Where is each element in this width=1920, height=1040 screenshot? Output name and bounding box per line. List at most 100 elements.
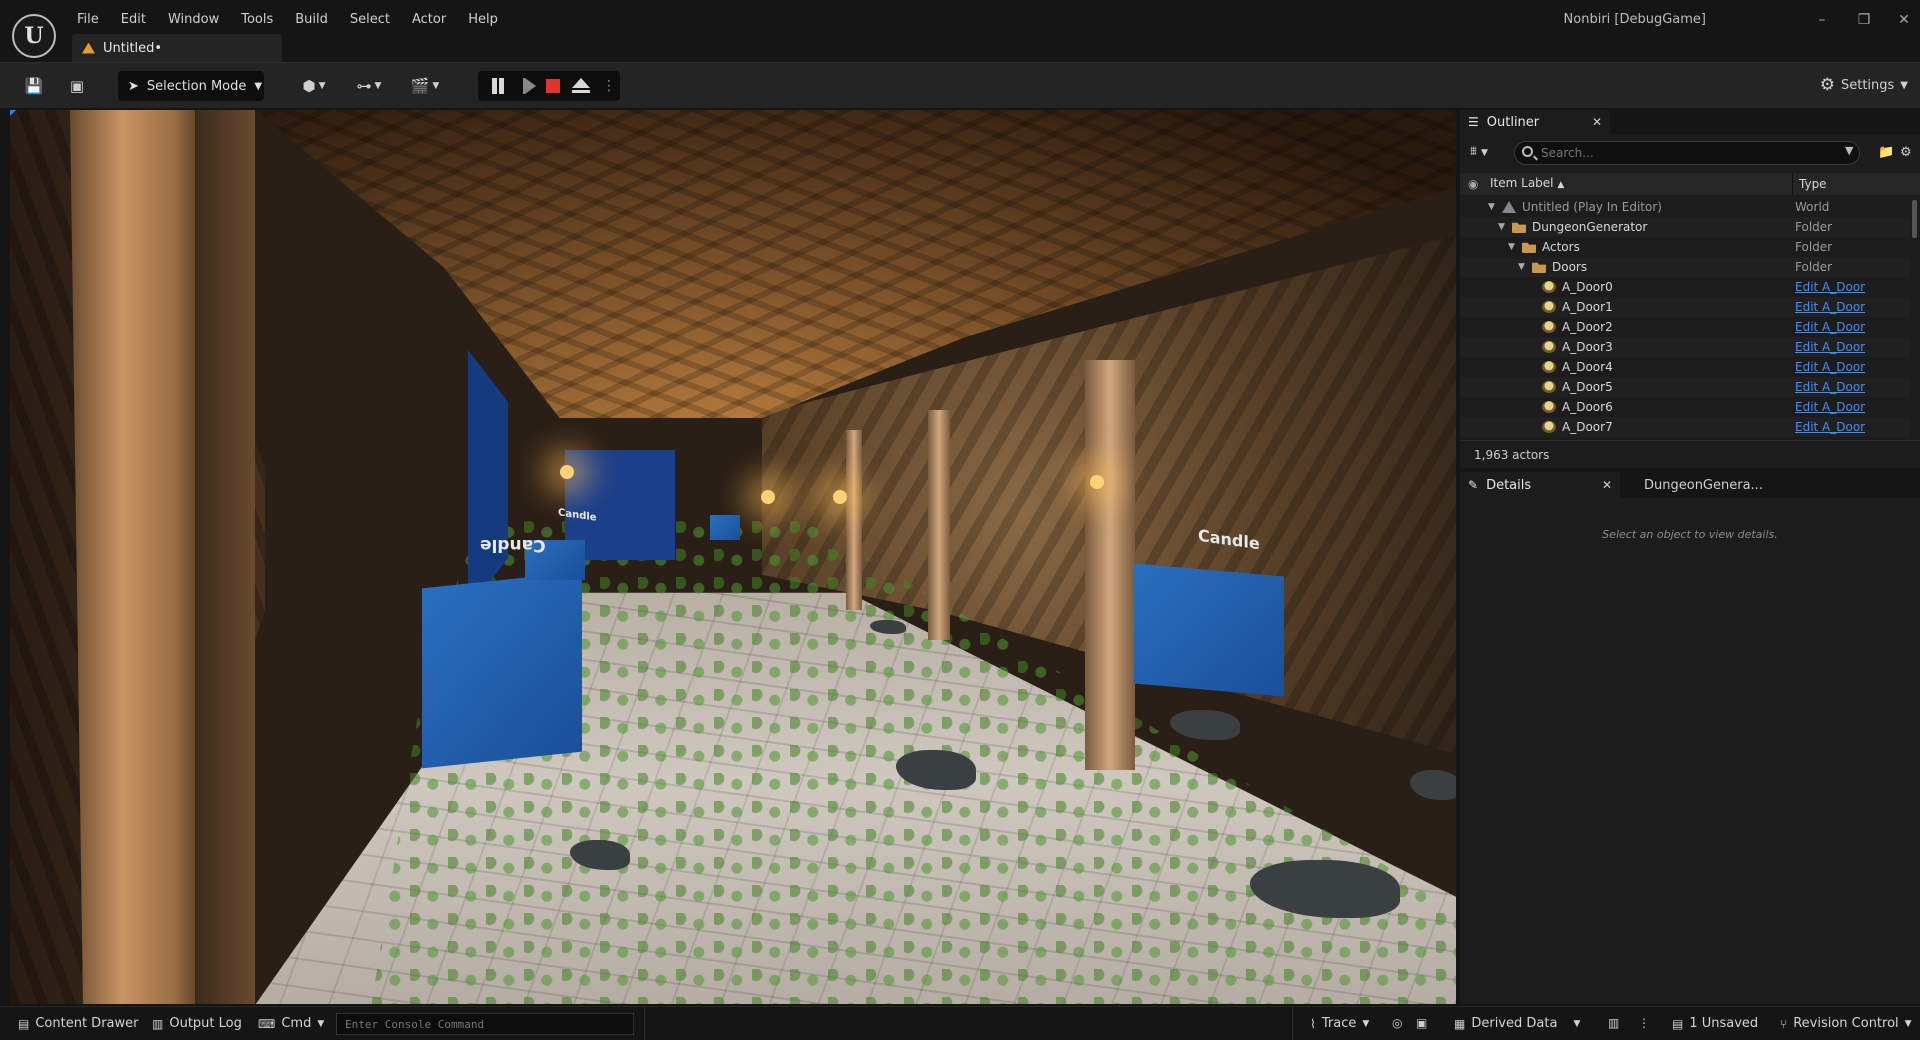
settings-button[interactable]: ⚙ Settings ▼ — [1820, 75, 1908, 95]
browse-content-icon[interactable]: ▣ — [66, 73, 88, 99]
output-log-button[interactable]: ▥ Output Log — [152, 1016, 242, 1031]
menu-help[interactable]: Help — [457, 10, 509, 30]
blueprint-icon[interactable]: ⊶ ▼ — [350, 73, 388, 99]
outliner-row[interactable]: A_Door3 Edit A_Door — [1460, 337, 1910, 357]
filter-icon[interactable]: ⩩ ▼ — [1470, 144, 1488, 159]
close-icon[interactable]: ✕ — [1602, 478, 1612, 492]
expand-arrow-icon[interactable]: ▼ — [1508, 237, 1515, 257]
column-type[interactable]: Type — [1792, 173, 1827, 195]
edit-actor-link[interactable]: Edit A_Door — [1795, 377, 1865, 397]
trace-dropdown[interactable]: ⌇ Trace ▼ — [1310, 1016, 1369, 1031]
outliner-row[interactable]: A_Door6 Edit A_Door — [1460, 397, 1910, 417]
selection-mode-label: Selection Mode — [146, 78, 247, 94]
menu-tools[interactable]: Tools — [230, 10, 284, 30]
chevron-down-icon: ▼ — [1362, 1018, 1370, 1029]
terminal-icon: ⌨ — [258, 1016, 276, 1031]
add-actor-icon[interactable]: ⬢ ▼ — [296, 73, 332, 99]
outliner-row[interactable]: A_Door1 Edit A_Door — [1460, 297, 1910, 317]
close-icon[interactable]: ✕ — [1894, 10, 1914, 30]
edit-actor-link[interactable]: Edit A_Door — [1795, 297, 1865, 317]
menu-build[interactable]: Build — [284, 10, 339, 30]
stone-column — [1085, 360, 1135, 770]
settings-label: Settings — [1840, 77, 1895, 93]
document-tab-label: Untitled• — [103, 40, 163, 56]
outliner-row[interactable]: ▼ Doors Folder — [1460, 257, 1910, 277]
more-options-icon[interactable]: ⋮ — [602, 78, 618, 94]
stop-button[interactable] — [546, 79, 560, 93]
save-icon[interactable]: 💾 — [24, 73, 44, 99]
outliner-row[interactable]: A_Door2 Edit A_Door — [1460, 317, 1910, 337]
stats-icon[interactable]: ▥ — [1608, 1016, 1619, 1030]
expand-arrow-icon[interactable]: ▼ — [1518, 257, 1525, 277]
outliner-row-label: A_Door0 — [1562, 280, 1613, 294]
edit-actor-link[interactable]: Edit A_Door — [1795, 357, 1865, 377]
revision-control-dropdown[interactable]: ⑂ Revision Control ▼ — [1780, 1016, 1912, 1031]
chevron-down-icon[interactable]: ▼ — [1845, 144, 1853, 157]
candle-box — [710, 515, 740, 540]
eject-button[interactable] — [572, 78, 590, 93]
chevron-down-icon: ▼ — [1900, 79, 1908, 91]
menu-window[interactable]: Window — [157, 10, 230, 30]
outliner-row[interactable]: A_Door0 Edit A_Door — [1460, 277, 1910, 297]
menu-edit[interactable]: Edit — [110, 10, 157, 30]
outliner-row[interactable]: A_Door7 Edit A_Door — [1460, 417, 1910, 437]
menu-select[interactable]: Select — [339, 10, 401, 30]
details-empty-message: Select an object to view details. — [1602, 528, 1778, 541]
dungeon-generator-tab[interactable]: DungeonGenera... — [1632, 472, 1782, 498]
cursor-icon: ➤ — [128, 78, 139, 94]
menu-actor[interactable]: Actor — [401, 10, 457, 30]
unsaved-button[interactable]: ▤ 1 Unsaved — [1672, 1016, 1758, 1031]
edit-actor-link[interactable]: Edit A_Door — [1795, 417, 1865, 437]
outliner-row[interactable]: A_Door4 Edit A_Door — [1460, 357, 1910, 377]
edit-actor-link[interactable]: Edit A_Door — [1795, 397, 1865, 417]
outliner-icon: ☰ — [1468, 115, 1479, 129]
pause-button[interactable] — [490, 78, 506, 94]
rock — [1410, 770, 1456, 800]
outliner-row[interactable]: A_Door5 Edit A_Door — [1460, 377, 1910, 397]
outliner-search-input[interactable] — [1514, 141, 1860, 165]
add-folder-icon[interactable]: 📁 — [1878, 145, 1894, 160]
outliner-row-label: A_Door3 — [1562, 340, 1613, 354]
content-drawer-button[interactable]: ▤ Content Drawer — [18, 1016, 138, 1031]
gear-icon[interactable]: ⚙ — [1900, 145, 1912, 160]
minimize-icon[interactable]: – — [1812, 10, 1832, 30]
visibility-eye-icon[interactable]: ◉ — [1468, 177, 1482, 191]
menu-file[interactable]: File — [66, 10, 110, 30]
edit-actor-link[interactable]: Edit A_Door — [1795, 317, 1865, 337]
outliner-row-label: A_Door7 — [1562, 420, 1613, 434]
restore-icon[interactable]: ❐ — [1854, 10, 1874, 30]
outliner-row[interactable]: ▼ Untitled (Play In Editor) World — [1460, 197, 1910, 217]
expand-arrow-icon[interactable]: ▼ — [1498, 217, 1505, 237]
advance-frame-button[interactable] — [523, 78, 536, 94]
outliner-row-label: A_Door1 — [1562, 300, 1613, 314]
cmd-dropdown[interactable]: ⌨ Cmd ▼ — [258, 1016, 324, 1031]
outliner-search-row: ⩩▼ ▼ 📁 ⚙ — [1460, 140, 1920, 166]
close-icon[interactable]: ✕ — [1592, 115, 1602, 129]
divider — [644, 1007, 645, 1040]
edit-actor-link[interactable]: Edit A_Door — [1795, 337, 1865, 357]
outliner-tab-label: Outliner — [1486, 114, 1540, 130]
more-options-icon[interactable]: ⋮ — [1638, 1016, 1650, 1030]
selection-mode-dropdown[interactable]: ➤ Selection Mode ▼ — [118, 71, 264, 101]
document-tab[interactable]: Untitled• — [72, 34, 282, 62]
torch-light — [833, 490, 847, 504]
column-item-label[interactable]: Item Label ▲ — [1490, 176, 1564, 190]
level-viewport[interactable]: Candle Candle Candle — [10, 110, 1456, 1004]
details-tab[interactable]: ✎ Details ✕ — [1460, 472, 1620, 498]
derived-data-dropdown[interactable]: ▦ Derived Data ▼ — [1454, 1016, 1580, 1031]
outliner-row[interactable]: ▼ DungeonGenerator Folder — [1460, 217, 1910, 237]
output-log-label: Output Log — [169, 1016, 242, 1031]
cinematics-icon[interactable]: 🎬 ▼ — [406, 73, 444, 99]
expand-arrow-icon[interactable]: ▼ — [1488, 197, 1495, 217]
outliner-row[interactable]: ▼ Actors Folder — [1460, 237, 1910, 257]
outliner-scrollbar[interactable] — [1912, 200, 1917, 238]
record-icon[interactable]: ◎ — [1392, 1016, 1402, 1030]
chevron-down-icon: ▼ — [1904, 1018, 1912, 1029]
screenshot-icon[interactable]: ▣ — [1416, 1016, 1427, 1030]
console-command-input[interactable] — [336, 1013, 634, 1035]
unreal-logo-icon[interactable]: U — [12, 14, 56, 58]
outliner-tab[interactable]: ☰ Outliner ✕ — [1460, 110, 1610, 134]
status-bar: ▤ Content Drawer ▥ Output Log ⌨ Cmd ▼ ⌇ … — [0, 1006, 1920, 1040]
edit-actor-link[interactable]: Edit A_Door — [1795, 277, 1865, 297]
rock — [1170, 710, 1240, 740]
